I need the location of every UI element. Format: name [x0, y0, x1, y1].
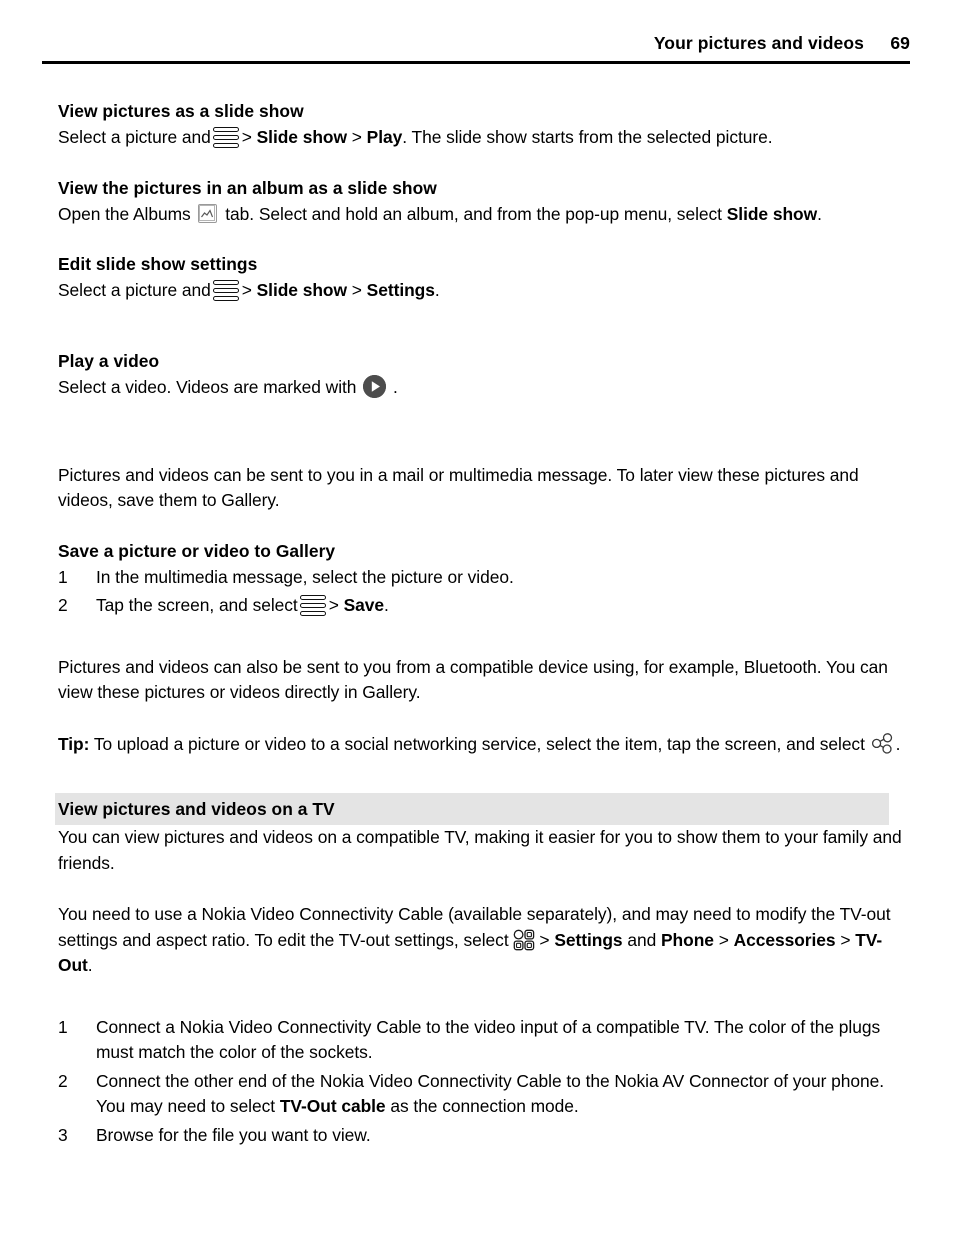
text-slideshow-tail: . The slide show starts from the selecte… — [402, 127, 773, 148]
paragraph-edit-settings: Select a picture and > Slide show > Setti… — [58, 278, 910, 304]
list-marker: 1 — [58, 1016, 68, 1037]
text-gt-4: > — [351, 280, 362, 301]
document-page: Your pictures and videos 69 View picture… — [0, 0, 954, 1258]
text-gt-2: > — [351, 127, 362, 148]
subheading-edit-settings: Edit slide show settings — [58, 254, 258, 275]
paragraph-tv-intro: You can view pictures and videos on a co… — [58, 827, 902, 873]
tip-text: To upload a picture or video to a social… — [93, 733, 865, 754]
text-gt-7: > — [718, 929, 729, 950]
list-text: Browse for the file you want to view. — [96, 1124, 371, 1145]
section-heading-tv: View pictures and videos on a TV — [55, 793, 889, 826]
text-slide-show-2: Slide show — [726, 203, 818, 224]
header-rule — [42, 61, 910, 64]
text-select-video: Select a video. Videos are marked with — [58, 377, 357, 398]
list-item: 2 Connect the other end of the Nokia Vid… — [58, 1069, 910, 1120]
text-select-picture: Select a picture and — [58, 127, 211, 148]
page-number: 69 — [890, 33, 910, 53]
text-tap-screen: Tap the screen, and select — [96, 595, 298, 616]
text-settings-period: . — [434, 280, 440, 301]
list-text: Tap the screen, and select > Save. — [96, 593, 910, 619]
paragraph-view-slideshow: Select a picture and > Slide show > Play.… — [58, 125, 910, 151]
text-album-period: . — [817, 203, 822, 224]
share-icon — [871, 732, 894, 754]
paragraph-bluetooth: Pictures and videos can also be sent to … — [58, 656, 888, 703]
text-gt-8: > — [840, 929, 851, 950]
paragraph-gallery: Pictures and videos can be sent to you i… — [58, 464, 859, 511]
play-badge-icon — [363, 375, 387, 399]
text-gt-5: > — [328, 595, 339, 616]
subheading-play-video: Play a video — [58, 350, 160, 371]
list-item: 3 Browse for the file you want to view. — [58, 1123, 910, 1149]
tip-label: Tip: — [58, 733, 90, 754]
running-header-title: Your pictures and videos — [653, 33, 864, 53]
subheading-view-slideshow: View pictures as a slide show — [58, 101, 304, 121]
save-steps-list: 1 In the multimedia message, select the … — [58, 565, 910, 619]
paragraph-tip: Tip: To upload a picture or video to a s… — [58, 732, 910, 758]
text-select-picture-2: Select a picture and — [58, 280, 211, 301]
text-tv-out-cable: TV-Out cable — [279, 1096, 386, 1117]
options-menu-icon — [299, 595, 326, 617]
text-settings-2: Settings — [554, 929, 623, 950]
list-item: 1 In the multimedia message, select the … — [58, 565, 910, 591]
text-and: and — [627, 929, 657, 950]
text-save-period: . — [384, 595, 389, 616]
text-connection-mode: as the connection mode. — [390, 1096, 579, 1117]
list-text: In the multimedia message, select the pi… — [96, 566, 514, 587]
paragraph-album-slideshow: Open the Albums tab. Select and hold an … — [58, 202, 910, 228]
text-gt-3: > — [241, 280, 252, 301]
subheading-save-to-gallery: Save a picture or video to Gallery — [58, 540, 336, 561]
text-slide-show-3: Slide show — [256, 280, 347, 301]
album-tab-icon — [198, 203, 218, 223]
subheading-album-slideshow: View the pictures in an album as a slide… — [58, 177, 437, 198]
list-item: 1 Connect a Nokia Video Connectivity Cab… — [58, 1015, 910, 1066]
list-item: 2 Tap the screen, and select > Save. — [58, 593, 910, 619]
tv-steps-list: 1 Connect a Nokia Video Connectivity Cab… — [58, 1015, 910, 1149]
list-marker: 3 — [58, 1124, 68, 1145]
text-play: Play — [366, 127, 403, 148]
text-accessories: Accessories — [733, 929, 836, 950]
text-slide-show-1: Slide show — [256, 127, 347, 148]
text-gt-6: > — [539, 929, 550, 950]
text-save: Save — [343, 595, 385, 616]
menu-key-icon — [513, 929, 535, 951]
running-header: Your pictures and videos 69 — [42, 33, 910, 54]
text-album-tail: tab. Select and hold an album, and from … — [225, 203, 722, 224]
text-phone: Phone — [661, 929, 714, 950]
text-open-albums: Open the Albums — [58, 203, 191, 224]
paragraph-tv-cable: You need to use a Nokia Video Connectivi… — [58, 902, 910, 979]
text-tvout-period: . — [87, 955, 93, 976]
tip-period: . — [895, 733, 901, 754]
list-marker: 2 — [58, 595, 68, 616]
options-menu-icon — [212, 127, 239, 149]
list-marker: 1 — [58, 566, 68, 587]
text-video-period: . — [393, 377, 398, 398]
page-content: View pictures as a slide show Select a p… — [55, 100, 910, 1149]
text-gt-1: > — [241, 127, 252, 148]
list-text: Connect a Nokia Video Connectivity Cable… — [96, 1016, 881, 1063]
list-marker: 2 — [58, 1070, 68, 1091]
paragraph-play-video: Select a video. Videos are marked with . — [58, 375, 910, 401]
options-menu-icon — [212, 280, 239, 302]
text-settings: Settings — [366, 280, 435, 301]
list-text: Connect the other end of the Nokia Video… — [96, 1069, 910, 1120]
